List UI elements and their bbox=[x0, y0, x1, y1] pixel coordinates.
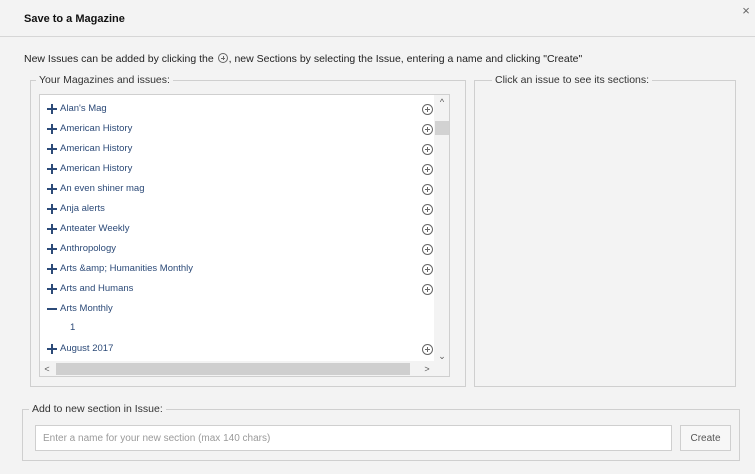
magazines-legend: Your Magazines and issues: bbox=[36, 74, 173, 86]
expand-icon[interactable] bbox=[47, 284, 57, 294]
add-issue-icon[interactable] bbox=[422, 264, 433, 275]
add-issue-icon[interactable] bbox=[422, 184, 433, 195]
magazine-label: Arts Monthly bbox=[60, 303, 113, 314]
horizontal-scrollbar[interactable]: < > bbox=[40, 361, 434, 376]
magazine-label: Anteater Weekly bbox=[60, 223, 130, 234]
create-button[interactable]: Create bbox=[680, 425, 731, 451]
scrollbar-corner bbox=[434, 361, 449, 376]
close-icon[interactable]: × bbox=[739, 4, 753, 18]
header-divider bbox=[0, 36, 755, 37]
add-issue-icon[interactable] bbox=[422, 164, 433, 175]
expand-icon[interactable] bbox=[47, 164, 57, 174]
add-issue-icon[interactable] bbox=[422, 344, 433, 355]
magazine-label: American History bbox=[60, 143, 133, 154]
magazine-row[interactable]: Arts and Humans bbox=[40, 280, 434, 300]
magazine-row[interactable]: Arts Monthly bbox=[40, 300, 434, 320]
magazine-label: Arts &amp; Humanities Monthly bbox=[60, 263, 194, 274]
magazine-label: August 2017 bbox=[60, 343, 114, 354]
add-issue-icon[interactable] bbox=[422, 224, 433, 235]
magazine-row[interactable]: Anteater Weekly bbox=[40, 220, 434, 240]
save-to-magazine-dialog: Save to a Magazine × New Issues can be a… bbox=[0, 0, 755, 474]
magazine-row[interactable]: Anthropology bbox=[40, 240, 434, 260]
issue-row[interactable]: 1 bbox=[70, 322, 170, 340]
scroll-left-icon[interactable]: < bbox=[42, 364, 52, 374]
magazine-label: Anja alerts bbox=[60, 203, 105, 214]
circle-plus-icon bbox=[217, 53, 228, 63]
scroll-up-icon[interactable]: ^ bbox=[437, 97, 447, 107]
magazine-row[interactable]: American History bbox=[40, 160, 434, 180]
vertical-scroll-thumb[interactable] bbox=[435, 121, 449, 135]
magazine-row[interactable]: American History bbox=[40, 120, 434, 140]
magazine-row[interactable]: Anja alerts bbox=[40, 200, 434, 220]
magazine-list[interactable]: Alan's Mag American History American Histo… bbox=[39, 94, 450, 377]
scroll-right-icon[interactable]: > bbox=[422, 364, 432, 374]
magazine-row[interactable]: Alan's Mag bbox=[40, 100, 434, 120]
vertical-scrollbar[interactable]: ^ ⌄ bbox=[434, 95, 449, 361]
expand-icon[interactable] bbox=[47, 184, 57, 194]
add-issue-icon[interactable] bbox=[422, 244, 433, 255]
magazine-row[interactable]: Arts &amp; Humanities Monthly bbox=[40, 260, 434, 280]
add-issue-icon[interactable] bbox=[422, 104, 433, 115]
add-issue-icon[interactable] bbox=[422, 124, 433, 135]
instructions-part-2: , new Sections by selecting the Issue, e… bbox=[228, 53, 583, 65]
expand-icon[interactable] bbox=[47, 344, 57, 354]
horizontal-scroll-thumb[interactable] bbox=[56, 363, 410, 375]
expand-icon[interactable] bbox=[47, 124, 57, 134]
magazine-label: American History bbox=[60, 123, 133, 134]
magazine-label: Alan's Mag bbox=[60, 103, 107, 114]
add-issue-icon[interactable] bbox=[422, 144, 433, 155]
expand-icon[interactable] bbox=[47, 144, 57, 154]
expand-icon[interactable] bbox=[47, 264, 57, 274]
dialog-title: Save to a Magazine bbox=[24, 13, 125, 25]
magazine-label: American History bbox=[60, 163, 133, 174]
magazine-row[interactable]: American History bbox=[40, 140, 434, 160]
collapse-icon[interactable] bbox=[47, 304, 57, 314]
expand-icon[interactable] bbox=[47, 104, 57, 114]
sections-fieldset: Click an issue to see its sections: bbox=[474, 74, 736, 387]
new-section-legend: Add to new section in Issue: bbox=[29, 403, 166, 415]
instructions-part-1: New Issues can be added by clicking the bbox=[24, 53, 214, 65]
new-section-name-input[interactable] bbox=[35, 425, 672, 451]
sections-legend: Click an issue to see its sections: bbox=[492, 74, 653, 86]
expand-icon[interactable] bbox=[47, 224, 57, 234]
magazine-label: Arts and Humans bbox=[60, 283, 134, 294]
expand-icon[interactable] bbox=[47, 244, 57, 254]
add-issue-icon[interactable] bbox=[422, 284, 433, 295]
instructions-text: New Issues can be added by clicking the … bbox=[24, 53, 582, 65]
magazine-label: An even shiner mag bbox=[60, 183, 145, 194]
scroll-down-icon[interactable]: ⌄ bbox=[437, 351, 447, 361]
magazine-label: Anthropology bbox=[60, 243, 116, 254]
magazine-row[interactable]: August 2017 bbox=[40, 340, 434, 360]
expand-icon[interactable] bbox=[47, 204, 57, 214]
add-issue-icon[interactable] bbox=[422, 204, 433, 215]
magazine-row[interactable]: An even shiner mag bbox=[40, 180, 434, 200]
